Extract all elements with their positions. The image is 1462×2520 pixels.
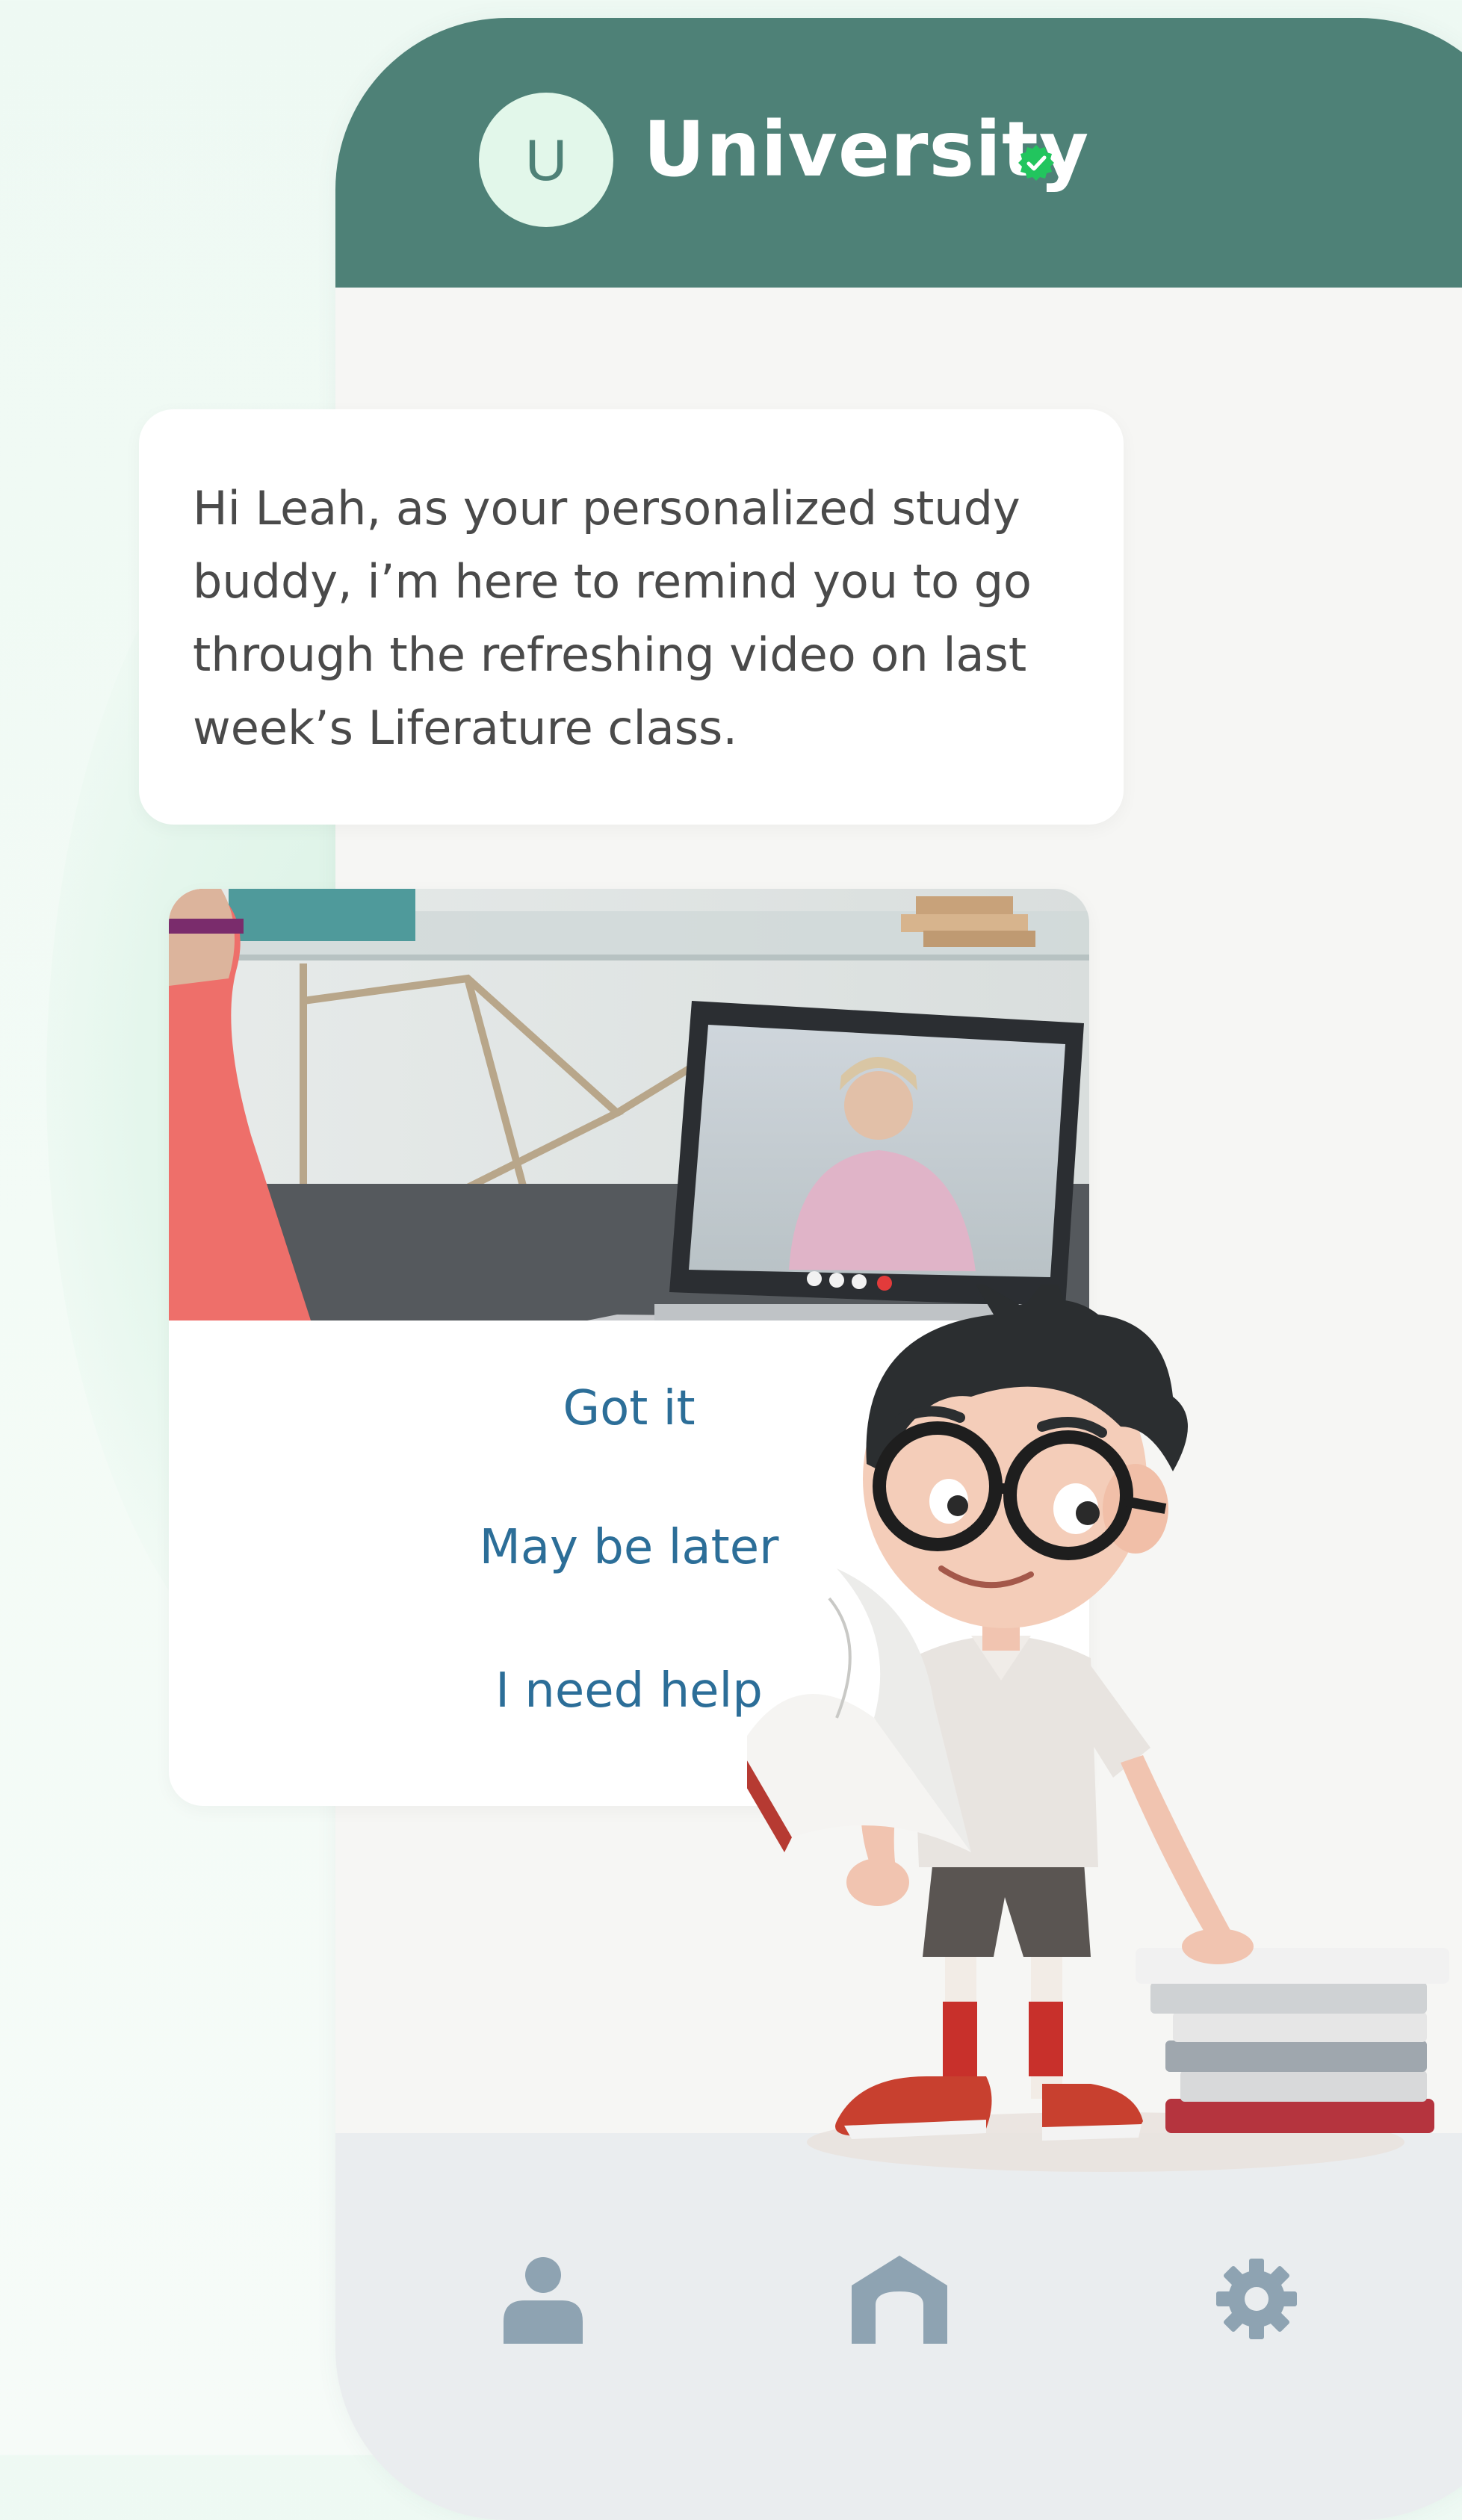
avatar-letter: U: [524, 126, 568, 193]
home-icon[interactable]: [852, 2256, 947, 2344]
check-badge-icon: [1018, 145, 1054, 181]
app-header: U University: [335, 18, 1462, 288]
video-thumbnail[interactable]: [169, 889, 1089, 1320]
person-icon[interactable]: [502, 2256, 584, 2344]
gear-icon[interactable]: [1216, 2259, 1297, 2339]
message-text: Hi Leah, as your personalized study budd…: [193, 481, 1032, 755]
avatar[interactable]: U: [479, 93, 613, 227]
student-mascot-illustration: [747, 1285, 1449, 2172]
message-bubble: Hi Leah, as your personalized study budd…: [139, 409, 1124, 825]
